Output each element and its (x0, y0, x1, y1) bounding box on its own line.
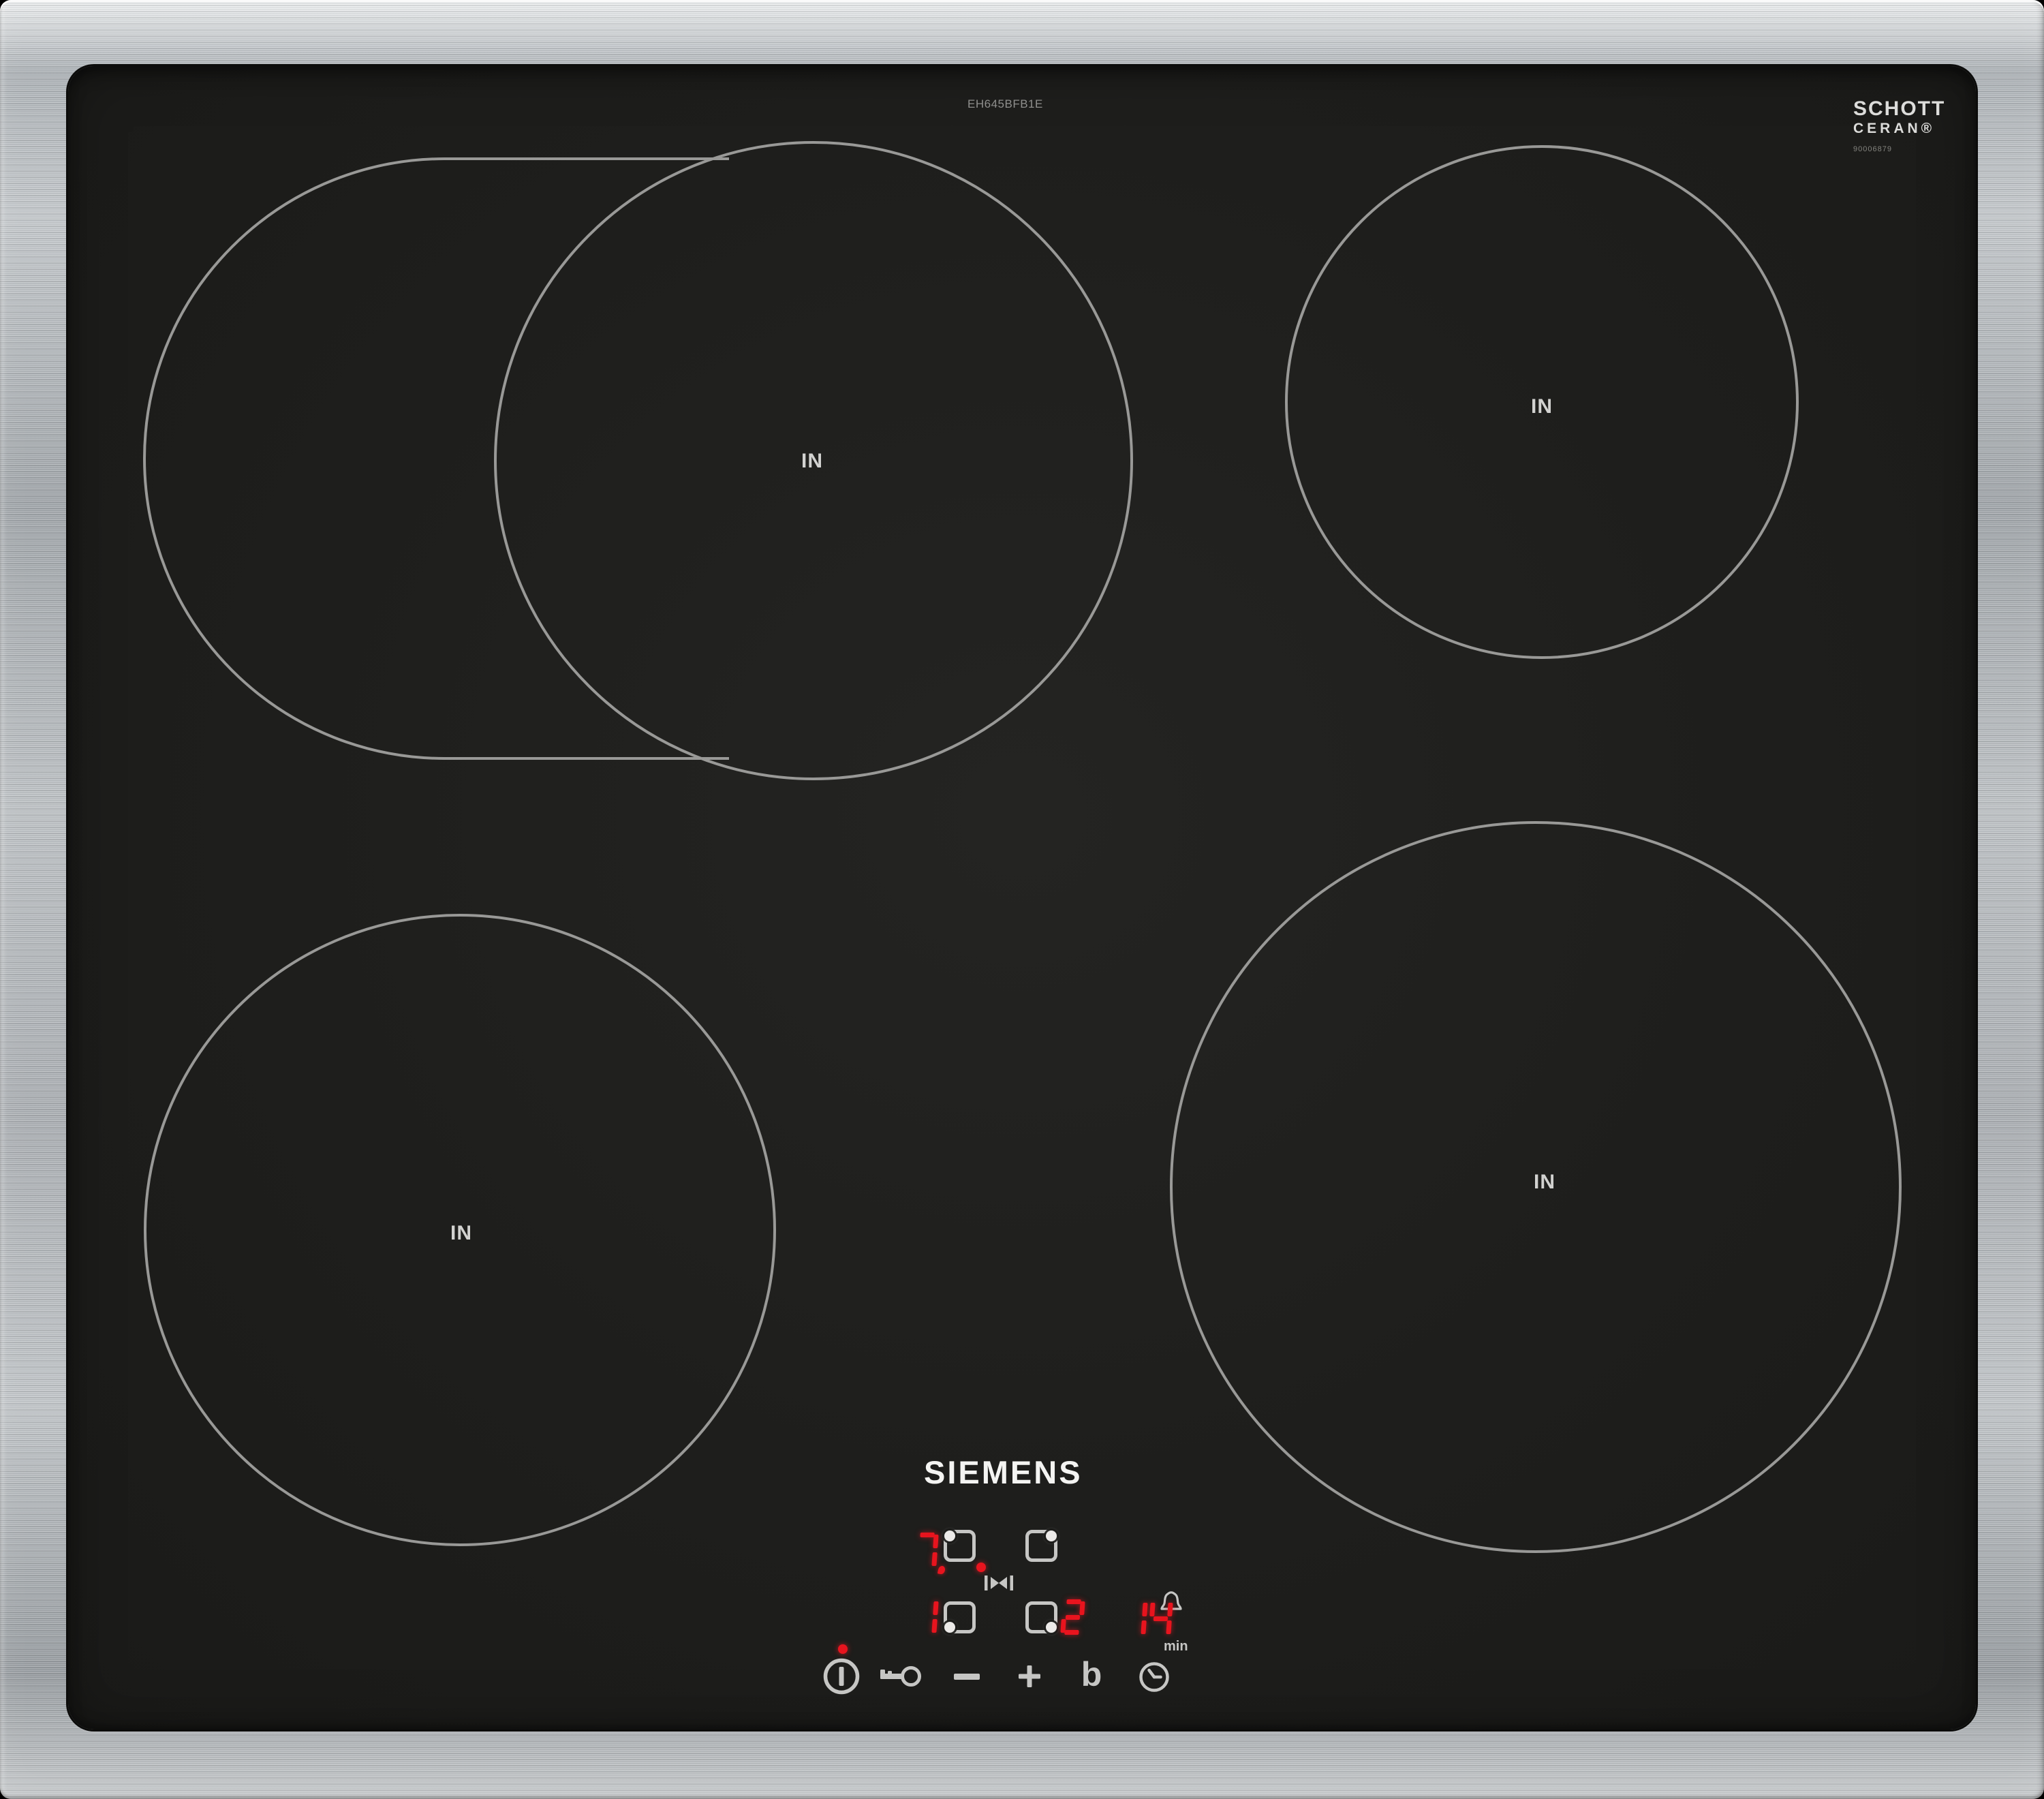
boost-label: b (1081, 1657, 1102, 1691)
siemens-logo: SIEMENS (924, 1454, 1083, 1491)
plus-button[interactable] (1015, 1661, 1044, 1691)
schott-ceran-logo: SCHOTT CERAN® 90006879 (1853, 99, 1945, 153)
model-code-label: EH645BFB1E (967, 97, 1043, 111)
schott-line2: CERAN® (1853, 121, 1945, 136)
zone-outline-combi-stadium (144, 159, 729, 758)
power-button[interactable] (822, 1657, 861, 1696)
schott-line1: SCHOTT (1853, 99, 1945, 119)
timer-button[interactable] (1139, 1661, 1170, 1693)
induction-label-combi-left: IN (801, 450, 823, 473)
minus-button[interactable] (951, 1665, 982, 1688)
zone-select-front-right[interactable] (1025, 1601, 1057, 1633)
zone-position-dot (1046, 1622, 1057, 1633)
power-icon (822, 1657, 861, 1696)
schott-subtext: 90006879 (1853, 146, 1945, 153)
display-rear-left-level (915, 1533, 938, 1568)
selected-zone-dot (976, 1563, 986, 1572)
key-icon (879, 1663, 923, 1689)
display-front-left-level (915, 1599, 938, 1635)
induction-label-front-left: IN (450, 1222, 472, 1245)
induction-label-front-right: IN (1534, 1171, 1555, 1194)
timer-unit-label: min (1164, 1639, 1188, 1655)
boost-button[interactable]: b (1079, 1655, 1104, 1693)
bridge-zone-icon (984, 1573, 1014, 1593)
induction-label-rear-right: IN (1531, 395, 1553, 418)
display-front-right-level (1062, 1599, 1084, 1635)
zone-position-dot (944, 1622, 955, 1633)
plus-icon (1015, 1661, 1044, 1691)
zone-position-dot (944, 1531, 955, 1541)
zone-position-dot (1046, 1531, 1057, 1541)
zone-select-front-left[interactable] (944, 1601, 976, 1633)
ceramic-glass: IN IN IN IN EH645BFB1E SCHOTT CERAN® 900… (68, 66, 1976, 1729)
power-indicator-dot (838, 1644, 848, 1654)
zone-select-rear-left[interactable] (944, 1530, 976, 1562)
zone-select-rear-right[interactable] (1025, 1530, 1057, 1562)
clock-icon (1139, 1661, 1170, 1693)
display-timer (1124, 1601, 1172, 1636)
minus-icon (954, 1674, 980, 1680)
hob-frame: IN IN IN IN EH645BFB1E SCHOTT CERAN® 900… (0, 0, 2044, 1799)
child-lock-button[interactable] (879, 1663, 923, 1689)
